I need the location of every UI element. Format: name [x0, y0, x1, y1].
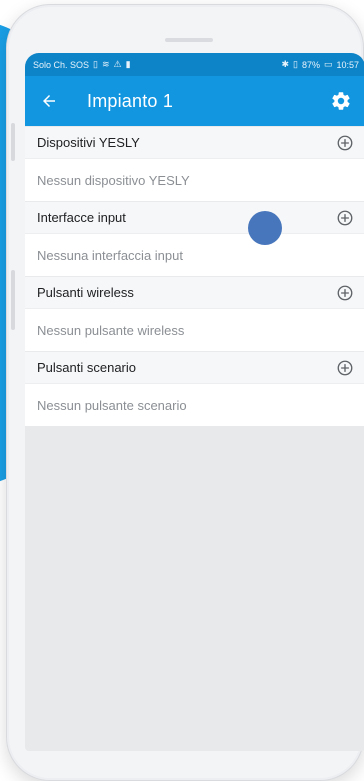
section-input-interfaces: Interfacce input Nessuna interfaccia inp…	[25, 201, 364, 276]
page-title: Impianto 1	[87, 90, 174, 111]
battery-icon: ▭	[323, 59, 333, 69]
status-right: ✱ ▯ 87% ▭ 10:57	[281, 60, 359, 70]
add-scenario-button-button[interactable]	[335, 358, 355, 378]
section-yesly-devices: Dispositivi YESLY Nessun dispositivo YES…	[25, 126, 364, 201]
battery-percent: 87%	[301, 59, 320, 70]
section-title: Pulsanti scenario	[37, 360, 136, 375]
app-canvas: Solo Ch. SOS ▯ ≋ ⚠ ▮ ✱ ▯ 87% ▭ 10:57 Imp…	[0, 0, 364, 781]
section-scenario-buttons: Pulsanti scenario Nessun pulsante scenar…	[25, 351, 364, 426]
status-bar: Solo Ch. SOS ▯ ≋ ⚠ ▮ ✱ ▯ 87% ▭ 10:57	[25, 53, 364, 76]
add-yesly-device-button[interactable]	[335, 133, 355, 153]
carrier-text: Solo Ch. SOS	[33, 59, 90, 70]
plus-circle-icon	[337, 135, 353, 150]
section-title: Pulsanti wireless	[37, 285, 134, 300]
phone-screen: Solo Ch. SOS ▯ ≋ ⚠ ▮ ✱ ▯ 87% ▭ 10:57 Imp…	[25, 53, 364, 751]
notification-icon: ▮	[125, 59, 131, 69]
volume-button-lower	[11, 270, 15, 330]
section-header: Dispositivi YESLY	[25, 126, 364, 159]
section-header: Pulsanti scenario	[25, 351, 364, 384]
section-header: Pulsanti wireless	[25, 276, 364, 309]
app-bar: Impianto 1	[25, 76, 364, 126]
section-title: Dispositivi YESLY	[37, 135, 140, 150]
plus-circle-icon	[337, 360, 353, 375]
add-wireless-button-button[interactable]	[335, 283, 355, 303]
warning-icon: ⚠	[113, 59, 122, 69]
empty-state-text: Nessuna interfaccia input	[25, 234, 364, 276]
settings-button[interactable]	[329, 89, 353, 113]
back-button[interactable]	[37, 89, 61, 113]
empty-state-text: Nessun pulsante scenario	[25, 384, 364, 426]
status-time: 10:57	[336, 59, 359, 70]
plus-circle-icon	[337, 210, 353, 225]
section-title: Interfacce input	[37, 210, 126, 225]
empty-state-text: Nessun pulsante wireless	[25, 309, 364, 351]
vibrate-icon: ▯	[292, 59, 298, 69]
speaker-grill	[165, 38, 213, 42]
add-input-interface-button[interactable]	[335, 208, 355, 228]
wifi-icon: ≋	[101, 59, 110, 69]
bluetooth-icon: ✱	[281, 59, 289, 69]
gear-icon	[332, 92, 350, 110]
arrow-left-icon	[43, 95, 55, 107]
plus-circle-icon	[337, 285, 353, 300]
phone-frame: Solo Ch. SOS ▯ ≋ ⚠ ▮ ✱ ▯ 87% ▭ 10:57 Imp…	[6, 4, 364, 781]
volume-button-upper	[11, 123, 15, 161]
sim-icon: ▯	[93, 59, 98, 69]
section-header: Interfacce input	[25, 201, 364, 234]
section-wireless-buttons: Pulsanti wireless Nessun pulsante wirele…	[25, 276, 364, 351]
status-left: Solo Ch. SOS ▯ ≋ ⚠ ▮	[33, 60, 131, 70]
touch-indicator	[248, 211, 282, 245]
empty-state-text: Nessun dispositivo YESLY	[25, 159, 364, 201]
